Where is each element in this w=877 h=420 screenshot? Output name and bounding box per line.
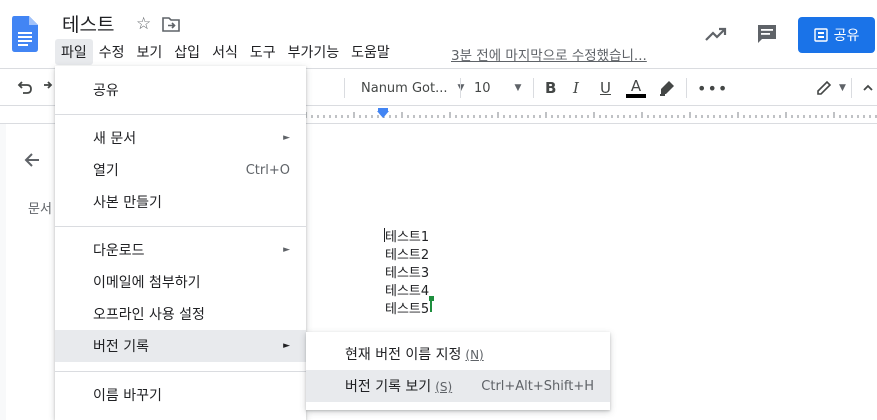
underline-button[interactable]: U <box>600 69 611 107</box>
text-color-button[interactable]: A <box>626 69 646 107</box>
menu-view[interactable]: 보기 <box>131 39 169 65</box>
back-arrow-icon[interactable] <box>22 150 42 170</box>
body-line[interactable]: 테스트1 <box>385 226 429 245</box>
menu-item-label: 열기 <box>93 163 119 179</box>
text-color-swatch <box>626 94 646 98</box>
file-menu: 공유 새 문서 ► 열기 Ctrl+O 사본 만들기 다운로드 ► 이메일에 첨… <box>55 66 306 420</box>
font-size-value: 10 <box>474 80 491 96</box>
menu-tools[interactable]: 도구 <box>244 39 282 65</box>
share-button-label: 공유 <box>833 28 860 44</box>
menu-item-label: 사본 만들기 <box>93 195 162 211</box>
font-family-value: Nanum Got... <box>361 80 448 96</box>
submenu-arrow-icon: ► <box>283 133 290 143</box>
file-menu-email-attach[interactable]: 이메일에 첨부하기 <box>55 266 306 298</box>
edit-mode-icon[interactable]: ▼ <box>815 69 846 107</box>
file-menu-download[interactable]: 다운로드 ► <box>55 234 306 266</box>
menu-addons[interactable]: 부가기능 <box>282 39 346 65</box>
menubar: 파일 수정 보기 삽입 서식 도구 부가기능 도움말 <box>55 39 396 65</box>
menu-item-label: 새 문서 <box>93 131 137 147</box>
menu-item-label: 버전 기록 보기 <box>345 379 432 395</box>
menu-insert[interactable]: 삽입 <box>168 39 206 65</box>
star-icon[interactable]: ☆ <box>136 14 151 34</box>
text-color-label: A <box>630 77 642 95</box>
body-line[interactable]: 테스트3 <box>385 262 429 281</box>
menu-item-shortcut: Ctrl+O <box>245 162 290 178</box>
highlight-icon[interactable] <box>658 69 676 107</box>
menu-item-label: 이름 바꾸기 <box>93 388 162 404</box>
file-menu-share[interactable]: 공유 <box>55 74 306 106</box>
file-menu-offline[interactable]: 오프라인 사용 설정 <box>55 298 306 330</box>
font-family-select[interactable]: Nanum Got...▼ <box>361 69 464 107</box>
document-title[interactable]: 테스트 <box>62 10 114 37</box>
activity-trend-icon[interactable] <box>704 22 728 46</box>
last-edit-link[interactable]: 3분 전에 마지막으로 수정했습니... <box>451 44 647 64</box>
move-to-folder-icon[interactable] <box>162 16 180 32</box>
file-menu-open[interactable]: 열기 Ctrl+O <box>55 154 306 186</box>
see-version-history[interactable]: 버전 기록 보기 (S) Ctrl+Alt+Shift+H <box>306 370 610 402</box>
docs-logo-icon[interactable] <box>12 16 38 52</box>
menu-help[interactable]: 도움말 <box>345 39 396 65</box>
menu-edit[interactable]: 수정 <box>93 39 131 65</box>
menu-item-label: 오프라인 사용 설정 <box>93 307 205 323</box>
bold-button[interactable]: B <box>545 69 556 107</box>
italic-button[interactable]: I <box>573 69 579 107</box>
menu-item-label: 이메일에 첨부하기 <box>93 275 201 291</box>
left-indent-marker[interactable] <box>377 111 389 118</box>
collaborator-cursor-flag <box>429 296 434 301</box>
name-current-version[interactable]: 현재 버전 이름 지정 (N) <box>306 338 610 370</box>
font-size-select[interactable]: 10 ▼ <box>474 69 521 107</box>
share-button[interactable]: 공유 <box>798 17 875 53</box>
file-menu-new[interactable]: 새 문서 ► <box>55 122 306 154</box>
menu-item-accelerator: (N) <box>465 348 484 362</box>
menu-item-shortcut: Ctrl+Alt+Shift+H <box>481 378 594 394</box>
lock-icon <box>813 28 828 42</box>
menu-item-accelerator: (S) <box>435 380 453 394</box>
comment-icon[interactable] <box>755 22 779 46</box>
submenu-arrow-icon: ► <box>283 245 290 255</box>
menu-item-label: 다운로드 <box>93 243 145 259</box>
file-menu-version-history[interactable]: 버전 기록 ► <box>55 330 306 362</box>
menu-item-label: 공유 <box>93 83 119 99</box>
undo-icon[interactable] <box>16 69 34 107</box>
menu-format[interactable]: 서식 <box>206 39 244 65</box>
collapse-icon[interactable] <box>862 69 874 107</box>
body-line[interactable]: 테스트2 <box>385 244 429 263</box>
file-menu-rename[interactable]: 이름 바꾸기 <box>55 379 306 411</box>
menu-file[interactable]: 파일 <box>55 39 93 65</box>
menu-item-label: 현재 버전 이름 지정 <box>345 347 462 363</box>
file-menu-make-copy[interactable]: 사본 만들기 <box>55 186 306 218</box>
redo-icon[interactable] <box>42 69 54 107</box>
outline-label: 문서 <box>28 202 52 217</box>
menu-item-label: 버전 기록 <box>93 339 149 355</box>
body-line[interactable]: 테스트4 <box>385 280 429 299</box>
version-history-submenu: 현재 버전 이름 지정 (N) 버전 기록 보기 (S) Ctrl+Alt+Shif… <box>306 332 610 410</box>
body-line[interactable]: 테스트5 <box>385 298 429 317</box>
more-icon[interactable]: ••• <box>697 69 728 107</box>
submenu-arrow-icon: ► <box>283 341 290 351</box>
